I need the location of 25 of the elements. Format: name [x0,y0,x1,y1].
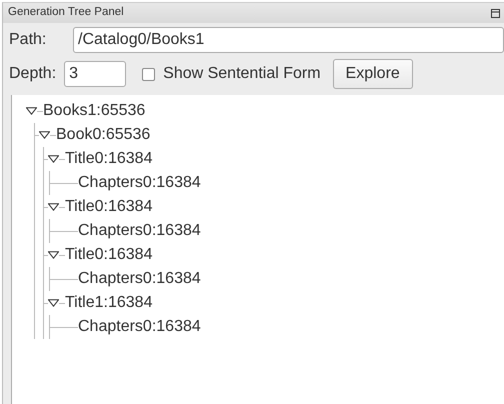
expand-toggle-icon[interactable] [48,203,59,211]
tree-node[interactable]: Title0:16384 [65,243,152,267]
tree-node[interactable]: Book0:65536 [56,123,150,147]
depth-label: Depth: [9,64,56,84]
expand-toggle-icon[interactable] [26,107,37,115]
maximize-icon[interactable] [491,8,500,18]
checkbox-label: Show Sentential Form [163,64,321,84]
panel-title: Generation Tree Panel [8,5,124,20]
path-field[interactable]: /Catalog0/Books1 [73,27,504,53]
tree-node[interactable]: Chapters0:16384 [78,315,201,339]
expand-toggle-icon[interactable] [39,131,50,139]
tree-node[interactable]: Title0:16384 [65,195,152,219]
depth-field[interactable]: 3 [64,61,126,87]
expand-toggle-icon[interactable] [48,155,59,163]
tree-node[interactable]: Title0:16384 [65,147,152,171]
tree-node[interactable]: Chapters0:16384 [78,219,201,243]
path-label: Path: [9,30,48,50]
tree-node[interactable]: Books1:65536 [43,99,146,123]
expand-toggle-icon[interactable] [48,299,59,307]
expand-toggle-icon[interactable] [48,251,59,259]
tree-node[interactable]: Title1:16384 [65,291,152,315]
tree-node[interactable]: Chapters0:16384 [78,267,201,291]
tree-node[interactable]: Chapters0:16384 [78,171,201,195]
explore-button[interactable]: Explore [332,59,413,89]
checkbox[interactable] [142,68,156,80]
